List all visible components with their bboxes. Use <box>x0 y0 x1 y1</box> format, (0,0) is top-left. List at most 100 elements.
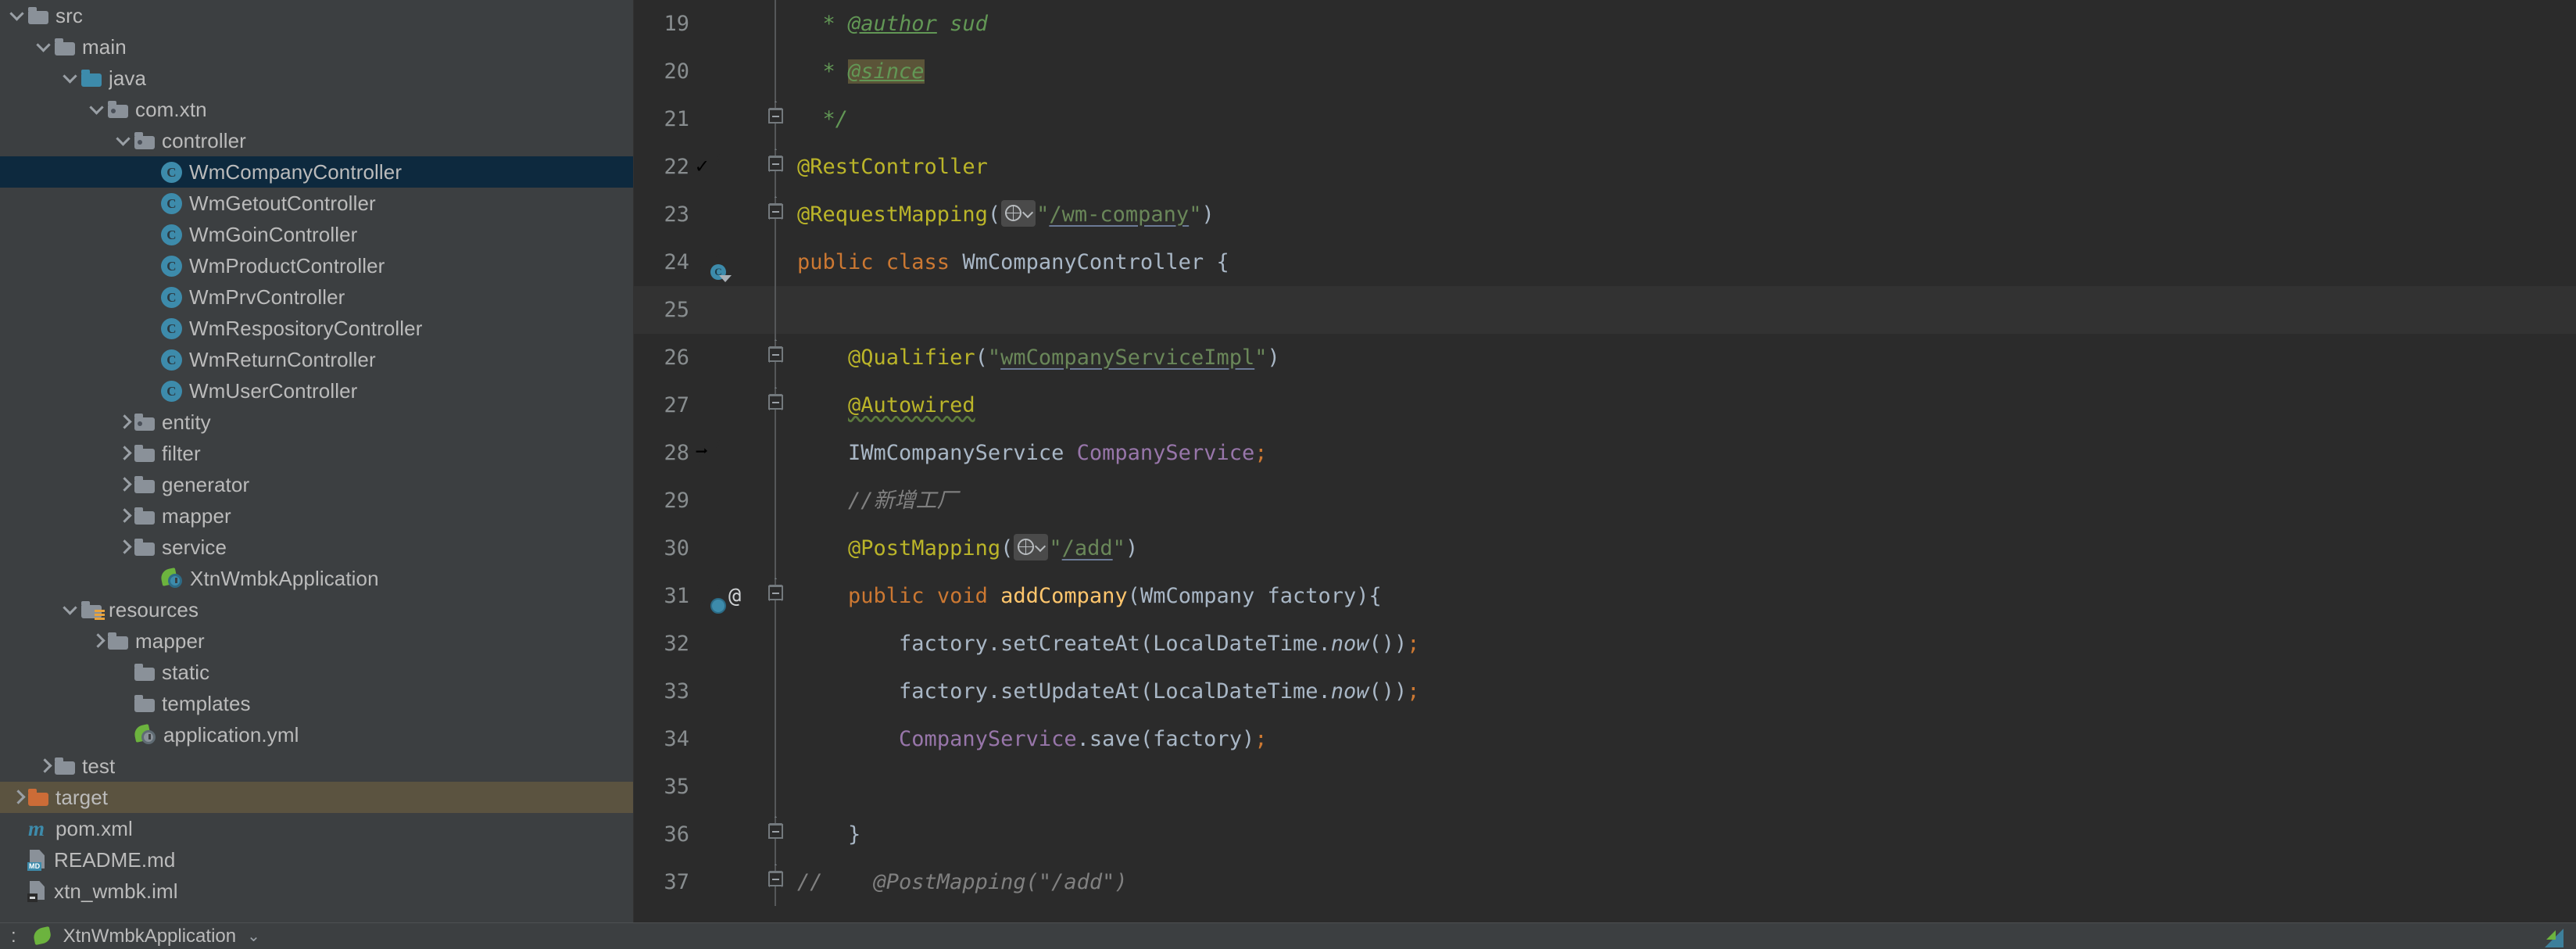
code-text[interactable]: public void addCompany(WmCompany factory… <box>789 572 2576 620</box>
editor-gutter[interactable]: 33 <box>633 668 789 715</box>
url-globe-icon[interactable] <box>1001 200 1036 227</box>
tree-item-filter[interactable]: filter <box>0 438 633 469</box>
tree-item-wmgoincontroller[interactable]: C WmGoinController <box>0 219 633 250</box>
code-line-27[interactable]: 27 @Autowired <box>633 381 2576 429</box>
editor-pane[interactable]: 19 * @author sud 20 * @since 21 */22 ✓ @Rest… <box>633 0 2576 949</box>
editor-gutter[interactable]: 20 <box>633 48 789 95</box>
tree-item-templates[interactable]: templates <box>0 688 633 719</box>
tree-item-wmusercontroller[interactable]: C WmUserController <box>0 375 633 406</box>
fold-collapse-handle[interactable] <box>761 143 789 191</box>
code-line-22[interactable]: 22 ✓ @RestController <box>633 143 2576 191</box>
chevron-down-icon[interactable] <box>114 131 134 151</box>
editor-gutter[interactable]: 27 <box>633 381 789 429</box>
fold-end-handle[interactable] <box>761 811 789 858</box>
editor-gutter[interactable]: 35 <box>633 763 789 811</box>
code-text[interactable]: */ <box>789 95 2576 143</box>
editor-gutter[interactable]: 31 @ <box>633 572 789 620</box>
code-text[interactable]: @Autowired <box>789 381 2576 429</box>
tree-item-controller[interactable]: controller <box>0 125 633 156</box>
editor-gutter[interactable]: 36 <box>633 811 789 858</box>
chevron-down-icon[interactable] <box>8 5 28 26</box>
code-text[interactable]: * @author sud <box>789 0 2576 48</box>
tree-item-main[interactable]: main <box>0 31 633 63</box>
tree-item-mapper[interactable]: mapper <box>0 500 633 532</box>
tree-item-java[interactable]: java <box>0 63 633 94</box>
chevron-right-icon[interactable] <box>114 474 134 495</box>
chevron-down-icon[interactable] <box>61 68 81 88</box>
code-text[interactable]: public class WmCompanyController { <box>789 238 2576 286</box>
chevron-down-icon[interactable]: ⌄ <box>247 926 260 946</box>
tree-item-src[interactable]: src <box>0 0 633 31</box>
code-line-33[interactable]: 33 factory.setUpdateAt(LocalDateTime.now… <box>633 668 2576 715</box>
chevron-down-icon[interactable] <box>88 99 108 120</box>
tree-item-wmproductcontroller[interactable]: C WmProductController <box>0 250 633 281</box>
tree-item-mapper[interactable]: mapper <box>0 625 633 657</box>
status-bar[interactable]: : XtnWmbkApplication ⌄ <box>0 922 2576 949</box>
run-config-name[interactable]: XtnWmbkApplication <box>63 926 236 947</box>
chevron-right-icon[interactable] <box>114 443 134 464</box>
fold-collapse-handle[interactable] <box>761 381 789 429</box>
code-line-20[interactable]: 20 * @since <box>633 48 2576 95</box>
chevron-right-icon[interactable] <box>88 631 108 651</box>
tree-item-generator[interactable]: generator <box>0 469 633 500</box>
code-line-19[interactable]: 19 * @author sud <box>633 0 2576 48</box>
tree-item-wmreturncontroller[interactable]: C WmReturnController <box>0 344 633 375</box>
tree-item-pom-xml[interactable]: m pom.xml <box>0 813 633 844</box>
editor-gutter[interactable]: 28 ➞ <box>633 429 789 477</box>
chevron-right-icon[interactable] <box>114 412 134 432</box>
code-text[interactable]: factory.setUpdateAt(LocalDateTime.now())… <box>789 668 2576 715</box>
spring-autowired-navigate-icon[interactable]: ➞ <box>696 440 722 467</box>
code-line-35[interactable]: 35 <box>633 763 2576 811</box>
run-configuration-selector[interactable]: : XtnWmbkApplication ⌄ <box>0 923 260 949</box>
chevron-right-icon[interactable] <box>114 506 134 526</box>
code-line-32[interactable]: 32 factory.setCreateAt(LocalDateTime.now… <box>633 620 2576 668</box>
spring-bean-check-icon[interactable]: ✓ <box>696 154 722 181</box>
code-text[interactable]: * @since <box>789 48 2576 95</box>
fold-collapse-handle[interactable] <box>761 572 789 620</box>
chevron-right-icon[interactable] <box>114 537 134 557</box>
code-text[interactable]: //新增工厂 <box>789 477 2576 525</box>
code-line-26[interactable]: 26 @Qualifier("wmCompanyServiceImpl") <box>633 334 2576 381</box>
chevron-down-icon[interactable] <box>34 37 55 57</box>
code-text[interactable]: CompanyService.save(factory); <box>789 715 2576 763</box>
code-line-29[interactable]: 29 //新增工厂 <box>633 477 2576 525</box>
annotation-gutter-icon[interactable]: @ <box>728 583 755 610</box>
code-line-36[interactable]: 36 } <box>633 811 2576 858</box>
tree-item-readme-md[interactable]: MD README.md <box>0 844 633 876</box>
editor-gutter[interactable]: 37 <box>633 858 789 906</box>
tree-item-com-xtn[interactable]: com.xtn <box>0 94 633 125</box>
code-line-25[interactable]: 25 <box>633 286 2576 334</box>
chevron-down-icon[interactable] <box>61 600 81 620</box>
code-text[interactable]: @PostMapping("/add") <box>789 525 2576 572</box>
chevron-right-icon[interactable] <box>8 787 28 808</box>
chevron-right-icon[interactable] <box>34 756 55 776</box>
tree-item-entity[interactable]: entity <box>0 406 633 438</box>
code-line-23[interactable]: 23 @RequestMapping("/wm-company") <box>633 191 2576 238</box>
project-tool-window[interactable]: src main java com.xtn controller C WmCompanyCo… <box>0 0 633 949</box>
tree-item-wmprvcontroller[interactable]: C WmPrvController <box>0 281 633 313</box>
code-line-24[interactable]: 24 Cpublic class WmCompanyController { <box>633 238 2576 286</box>
tree-item-service[interactable]: service <box>0 532 633 563</box>
code-text[interactable]: IWmCompanyService CompanyService; <box>789 429 2576 477</box>
editor-gutter[interactable]: 26 <box>633 334 789 381</box>
tree-item-wmgetoutcontroller[interactable]: C WmGetoutController <box>0 188 633 219</box>
code-text[interactable]: @RequestMapping("/wm-company") <box>789 191 2576 238</box>
code-text[interactable]: factory.setCreateAt(LocalDateTime.now())… <box>789 620 2576 668</box>
tree-item-resources[interactable]: resources <box>0 594 633 625</box>
code-line-34[interactable]: 34 CompanyService.save(factory); <box>633 715 2576 763</box>
code-text[interactable]: @RestController <box>789 143 2576 191</box>
editor-gutter[interactable]: 32 <box>633 620 789 668</box>
tree-item-static[interactable]: static <box>0 657 633 688</box>
tree-item-test[interactable]: test <box>0 750 633 782</box>
tree-item-wmcompanycontroller[interactable]: C WmCompanyController <box>0 156 633 188</box>
spring-bean-class-icon[interactable]: C <box>696 249 732 282</box>
fold-collapse-handle[interactable] <box>761 858 789 906</box>
code-lines[interactable]: 19 * @author sud 20 * @since 21 */22 ✓ @Rest… <box>633 0 2576 906</box>
code-text[interactable]: @Qualifier("wmCompanyServiceImpl") <box>789 334 2576 381</box>
code-line-37[interactable]: 37 // @PostMapping("/add") <box>633 858 2576 906</box>
editor-gutter[interactable]: 24 C <box>633 238 789 286</box>
code-line-31[interactable]: 31 @ public void addCompany(WmCompany fac… <box>633 572 2576 620</box>
fold-collapse-handle[interactable] <box>761 191 789 238</box>
code-line-30[interactable]: 30 @PostMapping("/add") <box>633 525 2576 572</box>
editor-gutter[interactable]: 21 <box>633 95 789 143</box>
